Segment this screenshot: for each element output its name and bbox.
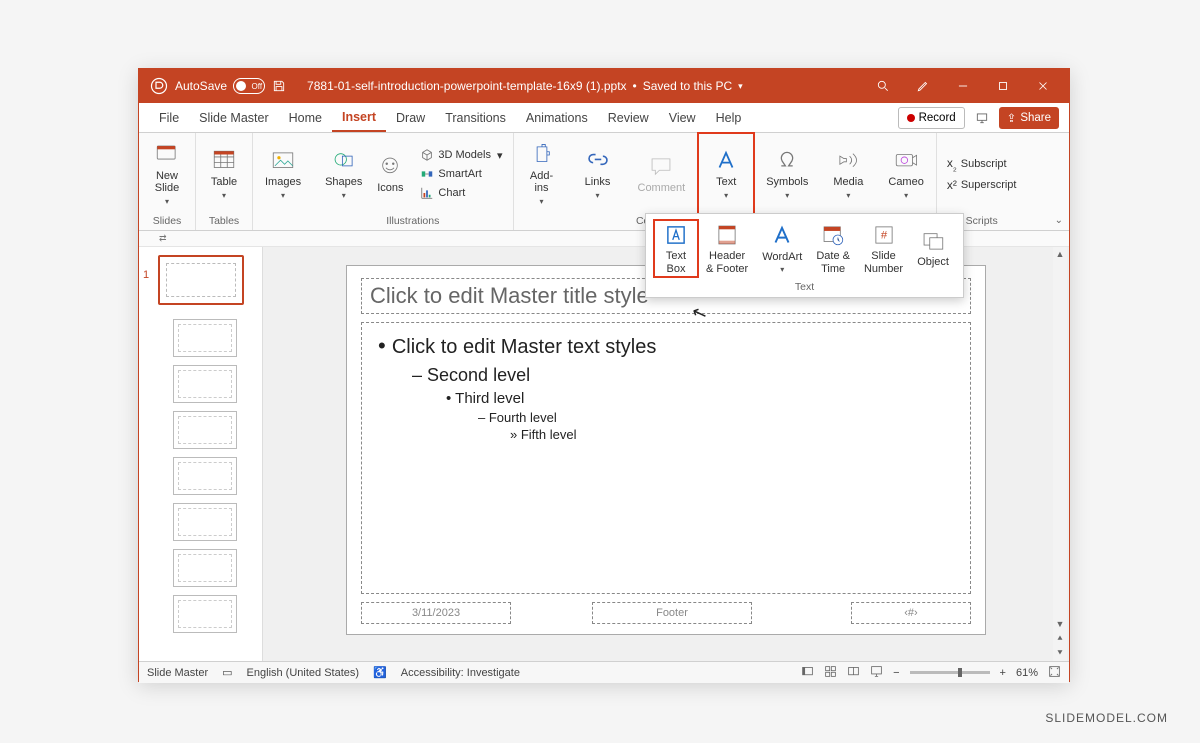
table-button[interactable]: Table▾: [202, 146, 246, 202]
layout-thumbnail[interactable]: [173, 319, 237, 357]
zoom-out-icon[interactable]: −: [893, 667, 899, 679]
slide-number-placeholder[interactable]: ‹#›: [851, 602, 971, 624]
record-button[interactable]: Record: [898, 107, 965, 129]
normal-view-icon[interactable]: [801, 665, 814, 681]
header-footer-button[interactable]: Header & Footer: [700, 220, 754, 277]
ribbon-group-illustrations: Shapes▾ Icons 3D Models▾ SmartArt: [313, 133, 513, 230]
ribbon-collapse-icon[interactable]: ⌄: [1055, 215, 1063, 226]
layout-thumbnail[interactable]: [173, 503, 237, 541]
layout-thumbnail[interactable]: [173, 457, 237, 495]
tab-view[interactable]: View: [659, 103, 706, 132]
tab-animations[interactable]: Animations: [516, 103, 598, 132]
tab-file[interactable]: File: [149, 103, 189, 132]
slide-canvas-area: Click to edit Master title style ↖ Click…: [263, 247, 1069, 661]
accessibility-icon: ♿: [373, 666, 387, 679]
next-slide-icon: ⯆: [1054, 646, 1065, 661]
layout-thumbnail[interactable]: [173, 595, 237, 633]
tab-insert[interactable]: Insert: [332, 103, 386, 132]
date-time-button[interactable]: Date & Time: [810, 220, 856, 277]
tab-transitions[interactable]: Transitions: [435, 103, 516, 132]
fit-to-window-icon[interactable]: [1048, 665, 1061, 681]
tab-review[interactable]: Review: [598, 103, 659, 132]
ribbon: New Slide▾ Slides Table▾ Tables Images▾: [139, 133, 1069, 231]
chevron-down-icon: ▾: [738, 81, 743, 92]
zoom-in-icon[interactable]: +: [1000, 667, 1006, 679]
search-icon[interactable]: [863, 72, 903, 100]
zoom-slider[interactable]: [910, 671, 990, 674]
present-icon[interactable]: [971, 104, 993, 132]
reading-view-icon[interactable]: [847, 665, 860, 681]
subscript-button[interactable]: x₂Subscript: [943, 155, 1021, 174]
tab-draw[interactable]: Draw: [386, 103, 435, 132]
svg-text:#: #: [880, 229, 887, 241]
layout-thumbnail[interactable]: [173, 411, 237, 449]
pen-icon[interactable]: [903, 72, 943, 100]
addins-button[interactable]: Add- ins▾: [520, 140, 564, 208]
superscript-button[interactable]: x²Superscript: [943, 177, 1021, 193]
minimize-icon[interactable]: [943, 72, 983, 100]
tab-home[interactable]: Home: [279, 103, 332, 132]
shapes-button[interactable]: Shapes▾: [319, 146, 368, 202]
media-button[interactable]: Media▾: [826, 146, 870, 202]
slide-master-canvas[interactable]: Click to edit Master title style ↖ Click…: [346, 265, 986, 635]
save-icon[interactable]: [265, 72, 293, 100]
status-language[interactable]: English (United States): [247, 667, 360, 679]
ribbon-group-links: Links▾: [570, 133, 626, 230]
links-button[interactable]: Links▾: [576, 146, 620, 202]
new-slide-button[interactable]: New Slide▾: [145, 140, 189, 208]
powerpoint-window: AutoSave Off 7881-01-self-introduction-p…: [138, 68, 1070, 682]
powerpoint-icon: [145, 72, 173, 100]
ribbon-group-images: Images▾: [253, 133, 313, 230]
master-slide-thumbnail[interactable]: [158, 255, 244, 305]
close-icon[interactable]: [1023, 72, 1063, 100]
book-icon: ▭: [222, 666, 232, 679]
date-placeholder[interactable]: 3/11/2023: [361, 602, 511, 624]
comment-button[interactable]: Comment: [632, 152, 692, 197]
statusbar: Slide Master ▭ English (United States) ♿…: [139, 661, 1069, 683]
cameo-button[interactable]: Cameo▾: [882, 146, 929, 202]
layout-thumbnail[interactable]: [173, 549, 237, 587]
text-box-button[interactable]: Text Box: [654, 220, 698, 277]
chart-button[interactable]: Chart: [416, 185, 506, 201]
sorter-view-icon[interactable]: [824, 665, 837, 681]
thumbnail-pane[interactable]: 1: [139, 247, 263, 661]
zoom-level[interactable]: 61%: [1016, 667, 1038, 679]
object-button[interactable]: Object: [911, 220, 955, 277]
status-accessibility[interactable]: Accessibility: Investigate: [401, 667, 520, 679]
images-button[interactable]: Images▾: [259, 146, 307, 202]
ribbon-group-tables: Table▾ Tables: [196, 133, 253, 230]
layout-thumbnail[interactable]: [173, 365, 237, 403]
titlebar: AutoSave Off 7881-01-self-introduction-p…: [139, 69, 1069, 103]
autosave-label: AutoSave: [175, 79, 227, 93]
slide-number-button[interactable]: # Slide Number: [858, 220, 909, 277]
text-dropdown-button[interactable]: Text▾: [704, 146, 748, 202]
wordart-button[interactable]: WordArt▾: [756, 220, 808, 277]
work-area: 1 Click to edit Master title style ↖ Cli…: [139, 247, 1069, 661]
tab-slide-master[interactable]: Slide Master: [189, 103, 278, 132]
slideshow-view-icon[interactable]: [870, 665, 883, 681]
watermark: SLIDEMODEL.COM: [1045, 711, 1168, 725]
vertical-scrollbar[interactable]: ▲ ▼ ⯅ ⯆: [1053, 247, 1067, 661]
footer-placeholder[interactable]: Footer: [592, 602, 752, 624]
share-button[interactable]: ⇪Share: [999, 107, 1059, 129]
maximize-icon[interactable]: [983, 72, 1023, 100]
ribbon-group-slides: New Slide▾ Slides: [139, 133, 196, 230]
ribbon-group-addins: Add- ins▾: [514, 133, 570, 230]
document-title[interactable]: 7881-01-self-introduction-powerpoint-tem…: [307, 79, 863, 93]
symbols-button[interactable]: Symbols▾: [760, 146, 814, 202]
smartart-button[interactable]: SmartArt: [416, 166, 506, 182]
text-dropdown-panel: Text Box Header & Footer WordArt▾ Date &…: [645, 213, 964, 298]
scroll-down-icon: ▼: [1054, 617, 1067, 631]
3d-models-button[interactable]: 3D Models▾: [416, 147, 506, 163]
status-view[interactable]: Slide Master: [147, 667, 208, 679]
scroll-up-icon: ▲: [1054, 247, 1067, 261]
body-placeholder[interactable]: Click to edit Master text styles Second …: [361, 322, 971, 594]
autosave-toggle[interactable]: AutoSave Off: [175, 78, 265, 94]
icons-button[interactable]: Icons: [368, 152, 412, 197]
share-icon: ⇪: [1007, 111, 1017, 125]
prev-slide-icon: ⯅: [1054, 631, 1065, 646]
ribbon-tabs: File Slide Master Home Insert Draw Trans…: [139, 103, 1069, 133]
slide-number-label: 1: [143, 269, 149, 281]
tab-help[interactable]: Help: [706, 103, 752, 132]
